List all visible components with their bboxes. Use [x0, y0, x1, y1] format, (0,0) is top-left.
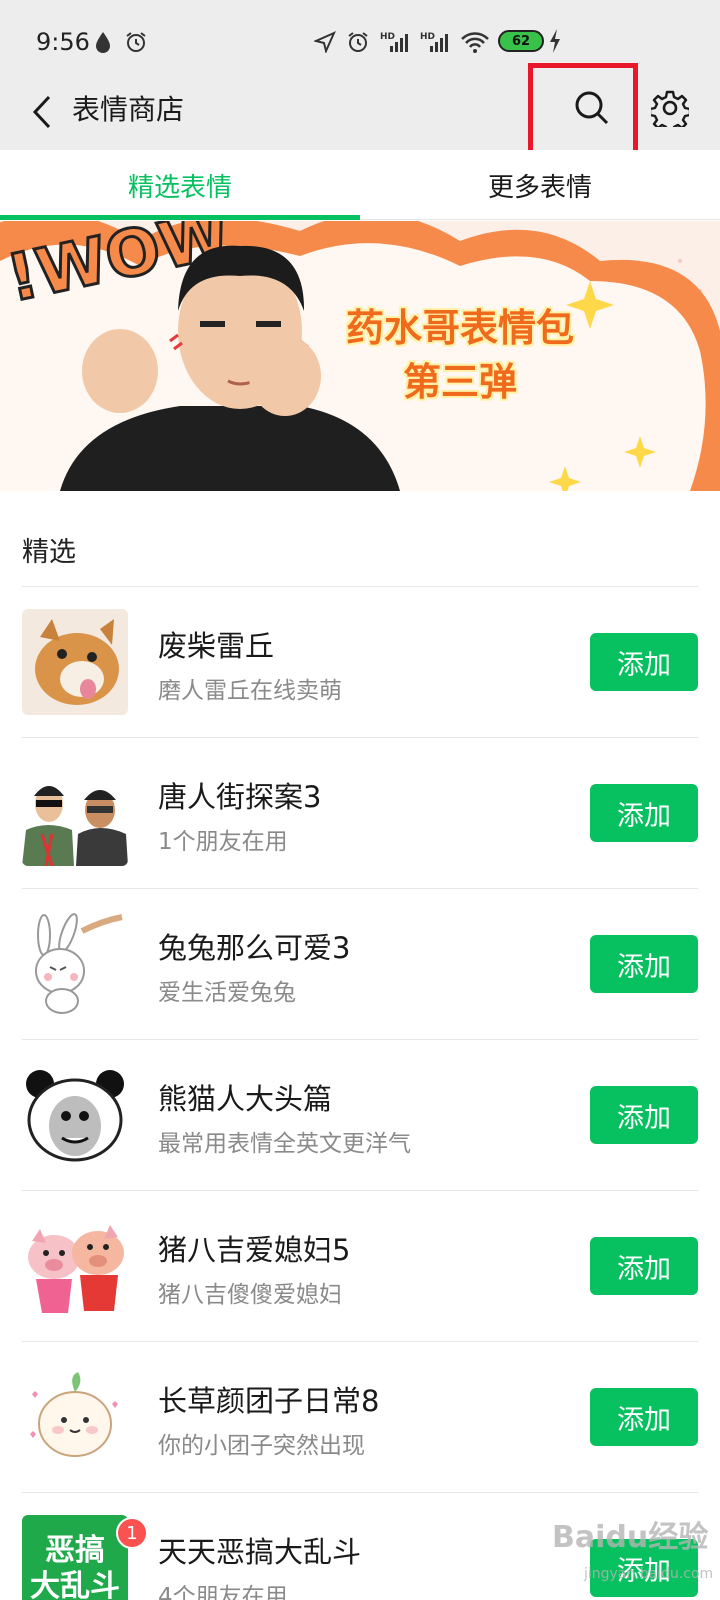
tab-featured-stickers[interactable]: 精选表情: [0, 150, 360, 220]
sticker-desc: 4个朋友在用: [158, 1584, 288, 1600]
sticker-thumbnail: [22, 1364, 128, 1470]
active-tab-indicator: [0, 215, 360, 220]
alarm-icon: [348, 32, 368, 52]
add-button[interactable]: 添加: [590, 1237, 698, 1295]
sticker-desc: 你的小团子突然出现: [158, 1433, 365, 1459]
add-button[interactable]: 添加: [590, 633, 698, 691]
sticker-desc: 磨人雷丘在线卖萌: [158, 678, 342, 704]
signal-hd-icon: HD: [380, 32, 408, 52]
add-button[interactable]: 添加: [590, 784, 698, 842]
drop-icon: [96, 32, 110, 53]
tab-bar: 精选表情 更多表情: [0, 150, 720, 220]
sticker-desc: 猪八吉傻傻爱媳妇: [158, 1282, 342, 1308]
chevron-left-icon: [32, 95, 51, 129]
sticker-thumbnail: [22, 911, 128, 1017]
notification-badge: 1: [116, 1517, 148, 1549]
watermark-url: jingyan.baidu.com: [584, 1566, 714, 1582]
add-button[interactable]: 添加: [590, 935, 698, 993]
sticker-list: 废柴雷丘 磨人雷丘在线卖萌 添加 唐人街探案3 1个朋友在用 添加 兔兔那么可爱…: [0, 587, 720, 1600]
sticker-name: 废柴雷丘: [158, 629, 275, 663]
list-item[interactable]: 唐人街探案3 1个朋友在用 添加: [22, 738, 698, 889]
battery-level: 62: [511, 33, 531, 49]
signal-hd-icon: HD: [420, 32, 448, 52]
charging-icon: [550, 29, 560, 53]
sticker-desc: 最常用表情全英文更洋气: [158, 1131, 411, 1157]
list-item[interactable]: 猪八吉爱媳妇5 猪八吉傻傻爱媳妇 添加: [22, 1191, 698, 1342]
add-button[interactable]: 添加: [590, 1388, 698, 1446]
alarm-icon: [126, 32, 146, 52]
wifi-icon: [461, 32, 489, 53]
banner-title-line1: 药水哥表情包: [345, 306, 574, 350]
list-item[interactable]: 废柴雷丘 磨人雷丘在线卖萌 添加: [22, 587, 698, 738]
section-title: 精选: [22, 537, 76, 568]
list-item[interactable]: 长草颜团子日常8 你的小团子突然出现 添加: [22, 1342, 698, 1493]
sticker-desc: 1个朋友在用: [158, 829, 288, 855]
sticker-name: 猪八吉爱媳妇5: [158, 1233, 351, 1267]
sticker-thumbnail: 恶搞 大乱斗: [22, 1515, 128, 1600]
list-item[interactable]: 兔兔那么可爱3 爱生活爱兔兔 添加: [22, 889, 698, 1040]
banner-title: 药水哥表情包 第三弹: [310, 301, 610, 409]
battery-icon: 62: [498, 30, 544, 52]
thumb-text: 恶搞 大乱斗: [22, 1533, 128, 1600]
thumb-text-line1: 恶搞: [45, 1533, 105, 1568]
tab-more-stickers[interactable]: 更多表情: [360, 150, 720, 220]
thumb-text-line2: 大乱斗: [30, 1569, 120, 1600]
back-button[interactable]: [22, 90, 62, 134]
sticker-name: 唐人街探案3: [158, 780, 322, 814]
sticker-thumbnail: [22, 760, 128, 866]
watermark-logo: Baidu经验: [552, 1520, 709, 1555]
list-item[interactable]: 熊猫人大头篇 最常用表情全英文更洋气 添加: [22, 1040, 698, 1191]
banner-title-line2: 第三弹: [402, 360, 517, 404]
add-button[interactable]: 添加: [590, 1086, 698, 1144]
status-time: 9:56: [36, 28, 90, 56]
sticker-name: 长草颜团子日常8: [158, 1384, 380, 1418]
location-icon: [314, 31, 336, 53]
sticker-name: 熊猫人大头篇: [158, 1082, 333, 1116]
page-title: 表情商店: [72, 93, 185, 126]
sticker-thumbnail: [22, 609, 128, 715]
sticker-name: 兔兔那么可爱3: [158, 931, 351, 965]
svg-text:HD: HD: [380, 32, 395, 42]
status-left-icons: [94, 30, 148, 54]
status-right-icons: HD HD: [314, 30, 490, 54]
sticker-thumbnail: [22, 1062, 128, 1168]
sticker-desc: 爱生活爱兔兔: [158, 980, 296, 1006]
gear-icon: [651, 90, 689, 127]
sticker-thumbnail: [22, 1213, 128, 1319]
promo-banner[interactable]: !WOW 药水哥表情包 第三弹: [0, 221, 720, 491]
svg-text:HD: HD: [420, 32, 435, 42]
settings-button[interactable]: [648, 86, 692, 130]
sticker-name: 天天恶搞大乱斗: [158, 1535, 362, 1569]
